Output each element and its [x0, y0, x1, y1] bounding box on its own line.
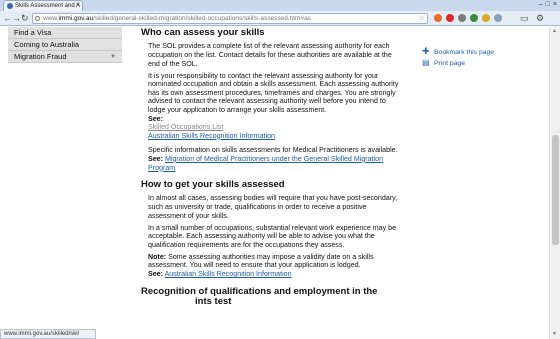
vertical-scrollbar[interactable]: ▲ ▼	[549, 27, 560, 339]
bookmark-star-icon[interactable]: ☆	[419, 14, 425, 23]
paragraph: The SOL provides a complete list of the …	[148, 42, 392, 68]
url-path: /skilled/general-skilled-migration/skill…	[93, 15, 311, 22]
nav-item-find-visa[interactable]: Find a Visa	[8, 27, 122, 39]
see-label: See:	[148, 114, 163, 123]
wrench-icon[interactable]: ⚙	[536, 12, 544, 24]
forward-icon[interactable]: →	[12, 12, 21, 24]
nav-item-migration-fraud[interactable]: Migration Fraud ▼	[8, 51, 122, 63]
note-paragraph: Note: Some assessing authorities may imp…	[141, 253, 403, 270]
window-controls: – □ ×	[539, 0, 557, 10]
back-icon[interactable]: ←	[3, 12, 12, 24]
extension-icon[interactable]	[494, 14, 502, 22]
status-bar: www.immi.gov.au/skilled/ski/	[0, 329, 96, 339]
maximize-icon[interactable]: □	[546, 0, 550, 10]
scroll-thumb[interactable]	[552, 135, 559, 245]
page-tools: ✚ Bookmark this page ▤ Print page	[420, 47, 530, 69]
link-asri[interactable]: Australian Skills Recognition Informatio…	[148, 132, 275, 140]
nav-item-label: Migration Fraud	[14, 52, 67, 61]
url-prefix: www.	[43, 15, 59, 22]
paragraph: In almost all cases, assessing bodies wi…	[148, 194, 398, 220]
tab-close-icon[interactable]: ×	[76, 1, 80, 11]
browser-tab[interactable]: Skills Assessment and A ×	[3, 0, 83, 11]
scroll-down-icon[interactable]: ▼	[552, 331, 557, 337]
page-info-icon	[35, 16, 40, 21]
address-bar[interactable]: www.immi.gov.au/skilled/general-skilled-…	[32, 13, 428, 24]
print-link[interactable]: ▤ Print page	[420, 58, 530, 69]
link-asri-2[interactable]: Australian Skills Recognition Informatio…	[165, 270, 292, 278]
url-host: immi.gov.au	[58, 15, 94, 22]
tab-title: Skills Assessment and A	[15, 3, 81, 9]
tab-bar: Skills Assessment and A × – □ ×	[0, 0, 560, 11]
page-menu-icon[interactable]: ▭	[520, 12, 529, 24]
print-label: Print page	[434, 60, 465, 67]
left-navigation: Find a Visa Coming to Australia Migratio…	[8, 27, 122, 63]
extension-icon[interactable]	[446, 14, 454, 22]
printer-icon: ▤	[422, 58, 430, 67]
section-heading-who: Who can assess your skills	[141, 27, 265, 38]
paragraph: In a small number of occupations, substa…	[148, 223, 397, 249]
see-label: See:	[148, 270, 163, 279]
nav-item-coming-to-australia[interactable]: Coming to Australia	[8, 39, 122, 51]
minimize-icon[interactable]: –	[539, 0, 543, 10]
site-favicon-icon	[7, 3, 13, 9]
note-text: Some assessing authorities may impose a …	[148, 252, 374, 270]
scroll-up-icon[interactable]: ▲	[552, 28, 557, 34]
link-skilled-occupations-list[interactable]: Skilled Occupations List	[148, 123, 223, 131]
plus-icon: ✚	[422, 46, 430, 56]
see-label: See:	[148, 154, 163, 163]
extension-icon[interactable]	[458, 14, 466, 22]
link-medical-practitioners[interactable]: Migration of Medical Practitioners under…	[148, 155, 383, 172]
reload-icon[interactable]: ↻	[21, 12, 29, 24]
section-heading-how: How to get your skills assessed	[141, 179, 285, 191]
extension-icon[interactable]	[482, 14, 490, 22]
close-window-icon[interactable]: ×	[553, 0, 557, 10]
page-viewport: Find a Visa Coming to Australia Migratio…	[0, 27, 549, 339]
chevron-down-icon: ▼	[110, 54, 116, 60]
paragraph: Specific information on skills assessmen…	[148, 146, 398, 155]
recognition-heading-line1: Recognition of qualifications and employ…	[141, 285, 378, 297]
bookmark-link[interactable]: ✚ Bookmark this page	[420, 47, 530, 58]
browser-toolbar: ← → ↻ www.immi.gov.au/skilled/general-sk…	[0, 11, 560, 26]
paragraph: It is your responsibility to contact the…	[148, 71, 399, 114]
section-heading-recognition: Recognition of qualifications and employ…	[141, 285, 403, 307]
extension-icon[interactable]	[434, 14, 442, 22]
bookmark-label: Bookmark this page	[434, 49, 495, 56]
recognition-heading-line2: ints test	[195, 295, 232, 307]
note-label: Note:	[148, 252, 167, 261]
main-content: Who can assess your skills The SOL provi…	[141, 27, 403, 307]
extension-icon[interactable]	[470, 14, 478, 22]
